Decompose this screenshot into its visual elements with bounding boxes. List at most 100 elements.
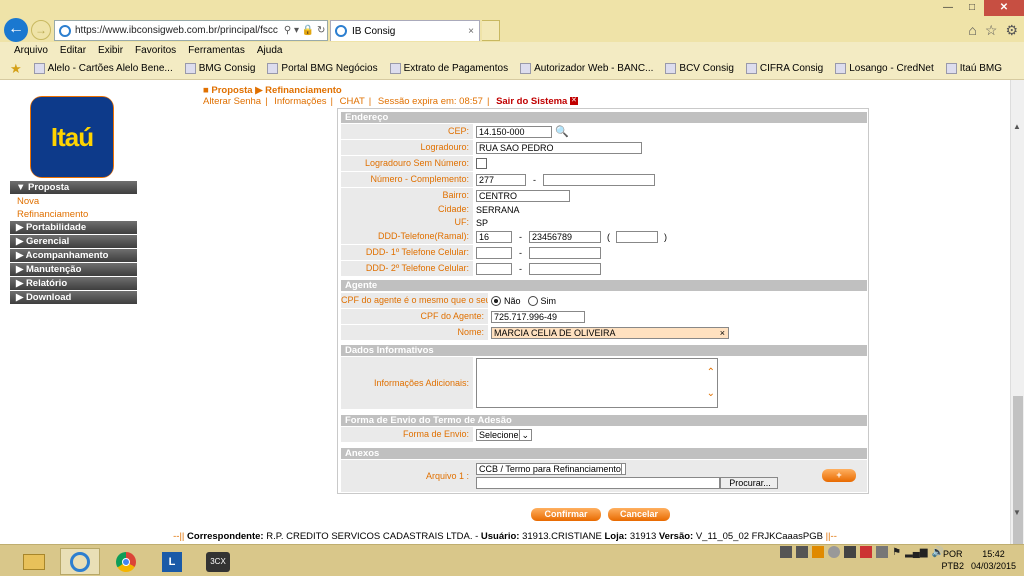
tray-icon[interactable]: [828, 546, 841, 558]
close-button[interactable]: ✕: [984, 0, 1024, 16]
scroll-up-icon[interactable]: ▲: [1013, 122, 1021, 131]
page-icon: [389, 63, 401, 74]
favorite-item[interactable]: Alelo - Cartões Alelo Bene...: [33, 63, 173, 74]
breadcrumb-proposta[interactable]: Proposta: [211, 85, 252, 96]
favorite-item[interactable]: CIFRA Consig: [745, 63, 824, 74]
chat-link[interactable]: CHAT: [340, 96, 365, 107]
confirmar-button[interactable]: Confirmar: [531, 508, 601, 521]
cel2-input[interactable]: [529, 262, 601, 275]
menu-ajuda[interactable]: Ajuda: [257, 45, 283, 56]
sem-numero-checkbox[interactable]: [476, 158, 487, 169]
nav-nova[interactable]: Nova: [10, 195, 137, 208]
logradouro-input[interactable]: RUA SAO PEDRO: [476, 141, 642, 154]
search-icon[interactable]: 🔍: [555, 125, 569, 138]
tray-icon[interactable]: [876, 546, 889, 558]
add-anexo-button[interactable]: +: [822, 469, 856, 482]
bairro-input[interactable]: CENTRO: [476, 189, 570, 202]
ddd-input[interactable]: 16: [476, 230, 512, 243]
tray-icon[interactable]: [780, 546, 793, 558]
clear-icon[interactable]: ×: [720, 328, 725, 338]
cep-input[interactable]: 14.150-000: [476, 125, 552, 138]
nome-input[interactable]: MARCIA CELIA DE OLIVEIRA ×: [491, 326, 729, 339]
nav-portabilidade[interactable]: ▶ Portabilidade: [10, 221, 137, 235]
clock[interactable]: 15:42 04/03/2015: [971, 548, 1016, 572]
favorite-item[interactable]: Portal BMG Negócios: [267, 63, 378, 74]
telefone-input[interactable]: 23456789: [529, 230, 601, 243]
minimize-button[interactable]: —: [936, 0, 960, 16]
informacoes-link[interactable]: Informações: [274, 96, 326, 107]
tray-icon[interactable]: [796, 546, 809, 558]
url-text[interactable]: https://www.ibconsigweb.com.br/principal…: [75, 25, 278, 36]
nav-download[interactable]: ▶ Download: [10, 291, 137, 305]
menu-ferramentas[interactable]: Ferramentas: [188, 45, 245, 56]
alterar-senha-link[interactable]: Alterar Senha: [203, 96, 261, 107]
network-icon[interactable]: ▂▄▆: [905, 547, 927, 558]
tab-close-icon[interactable]: ×: [468, 26, 474, 37]
cel2-ddd-input[interactable]: [476, 262, 512, 275]
scroll-down-icon[interactable]: ⌄: [707, 388, 715, 399]
nav-gerencial[interactable]: ▶ Gerencial: [10, 235, 137, 249]
row-info: Informações Adicionais: ⌃ ⌄: [341, 357, 867, 409]
cel1-input[interactable]: [529, 246, 601, 259]
favorite-label: CIFRA Consig: [759, 63, 824, 74]
ramal-input[interactable]: [616, 230, 658, 243]
nav-proposta[interactable]: ▼ Proposta: [10, 181, 137, 195]
back-button[interactable]: ←: [4, 18, 28, 42]
favorite-item[interactable]: BMG Consig: [184, 63, 255, 74]
breadcrumb-refinanciamento[interactable]: Refinanciamento: [265, 85, 342, 96]
row-logradouro: Logradouro: RUA SAO PEDRO: [341, 140, 867, 155]
nav-acompanhamento[interactable]: ▶ Acompanhamento: [10, 249, 137, 263]
new-tab-button[interactable]: [482, 20, 500, 41]
tray-icon[interactable]: [860, 546, 873, 558]
tray-icon[interactable]: [812, 546, 825, 558]
info-textarea[interactable]: ⌃ ⌄: [476, 358, 718, 408]
envio-select[interactable]: Selecione ⌄: [476, 428, 532, 441]
favorites-star-icon[interactable]: ☆: [985, 22, 998, 39]
search-icon[interactable]: ⚲ ▾ 🔒 ↻: [284, 25, 326, 36]
settings-gear-icon[interactable]: ⚙: [1005, 22, 1018, 39]
radio-sim[interactable]: [527, 295, 538, 306]
favorite-item[interactable]: BCV Consig: [665, 63, 734, 74]
complemento-input[interactable]: [543, 173, 655, 186]
internet-explorer-icon[interactable]: [60, 548, 100, 575]
language-indicator[interactable]: POR PTB2: [941, 548, 964, 572]
vertical-scrollbar[interactable]: ▲ ▼: [1010, 80, 1024, 576]
nav-relatorio[interactable]: ▶ Relatório: [10, 277, 137, 291]
file-explorer-icon[interactable]: [14, 548, 54, 575]
radio-nao[interactable]: [491, 295, 501, 306]
cel1-ddd-input[interactable]: [476, 246, 512, 259]
home-icon[interactable]: ⌂: [968, 22, 976, 39]
nav-refinanciamento[interactable]: Refinanciamento: [10, 208, 137, 221]
logout-link[interactable]: Sair do Sistema: [496, 96, 567, 107]
forward-button[interactable]: →: [31, 20, 51, 40]
favorite-item[interactable]: Itaú BMG: [945, 63, 1002, 74]
menu-favoritos[interactable]: Favoritos: [135, 45, 176, 56]
menu-exibir[interactable]: Exibir: [98, 45, 123, 56]
flag-icon[interactable]: ⚑: [892, 547, 901, 558]
favorites-star-icon[interactable]: ★: [10, 61, 22, 77]
browser-tab[interactable]: IB Consig ×: [330, 20, 480, 41]
lync-icon[interactable]: L: [152, 548, 192, 575]
scroll-down-icon[interactable]: ▼: [1013, 508, 1021, 517]
cpf-agente-input[interactable]: 725.717.996-49: [491, 310, 585, 323]
tray-icon[interactable]: [844, 546, 857, 558]
section-agente: Agente: [341, 280, 867, 291]
scroll-up-icon[interactable]: ⌃: [707, 367, 715, 378]
procurar-button[interactable]: Procurar...: [720, 477, 778, 489]
menu-editar[interactable]: Editar: [60, 45, 86, 56]
logout-icon[interactable]: ✕: [569, 97, 578, 106]
3cx-icon[interactable]: 3CX: [198, 548, 238, 575]
maximize-button[interactable]: □: [960, 0, 984, 16]
favorite-item[interactable]: Autorizador Web - BANC...: [520, 63, 653, 74]
favorite-item[interactable]: Extrato de Pagamentos: [389, 63, 508, 74]
chrome-icon[interactable]: [106, 548, 146, 575]
nav-manutencao[interactable]: ▶ Manutenção: [10, 263, 137, 277]
address-bar[interactable]: https://www.ibconsigweb.com.br/principal…: [54, 20, 328, 41]
cancelar-button[interactable]: Cancelar: [608, 508, 670, 521]
favorite-item[interactable]: Losango - CredNet: [835, 63, 934, 74]
menu-arquivo[interactable]: Arquivo: [14, 45, 48, 56]
numero-input[interactable]: 277: [476, 173, 526, 186]
file-path-input[interactable]: [476, 477, 720, 489]
anexo-tipo-select[interactable]: CCB / Termo para Refinanciamento ⌄: [476, 463, 626, 475]
top-links: ■ Proposta ▶ Refinanciamento Alterar Sen…: [203, 85, 578, 107]
